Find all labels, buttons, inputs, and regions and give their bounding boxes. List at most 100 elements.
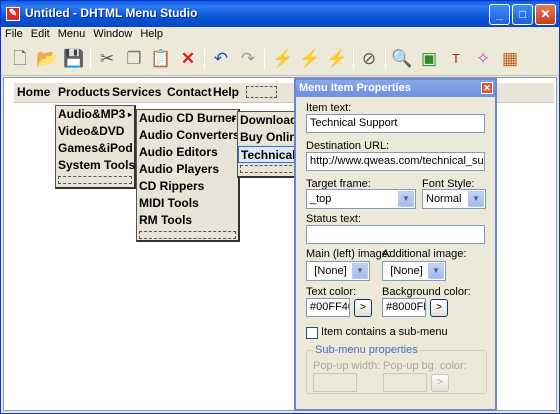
close-button[interactable]: ✕ xyxy=(535,4,556,25)
text-color-label: Text color: xyxy=(306,286,357,298)
additional-image-select[interactable]: [None] ▼ xyxy=(382,261,446,281)
status-text-field[interactable] xyxy=(306,225,485,244)
submenu-item[interactable]: Download xyxy=(238,112,299,129)
undo-icon[interactable]: ↶ xyxy=(210,48,232,70)
panel-title: Menu Item Properties xyxy=(299,82,411,94)
font-style-value: Normal xyxy=(426,193,462,205)
submenu-item[interactable]: System Tools xyxy=(56,157,135,174)
top-menu-services[interactable]: Services xyxy=(112,85,161,99)
cut-icon[interactable]: ✂ xyxy=(96,48,118,70)
bg-color-pick-button[interactable]: > xyxy=(430,299,448,317)
preview-icon[interactable]: ⚡ xyxy=(272,48,294,70)
toolbar-separator xyxy=(204,49,205,69)
main-image-select[interactable]: [None] ▼ xyxy=(306,261,370,281)
popup-width-field xyxy=(313,373,357,392)
app-icon[interactable]: ✎ xyxy=(6,7,20,21)
stop-icon[interactable]: ⊘ xyxy=(358,48,380,70)
close-icon[interactable]: ✕ xyxy=(481,82,493,94)
title-bar[interactable]: ✎ Untitled - DHTML Menu Studio _ □ ✕ xyxy=(1,1,559,27)
url-label: Destination URL: xyxy=(306,140,390,152)
submenu-item[interactable]: CD Rippers xyxy=(137,178,238,195)
toolbar-separator xyxy=(90,49,91,69)
new-document-icon[interactable]: 🗋 xyxy=(9,48,31,70)
submenu-properties-group: Sub-menu properties Pop-up width: Pop-up… xyxy=(306,344,487,394)
submenu-item[interactable]: RM Tools xyxy=(137,212,238,229)
new-item-placeholder[interactable] xyxy=(58,176,132,184)
toolbar-separator xyxy=(385,49,386,69)
font-style-select[interactable]: Normal ▼ xyxy=(422,189,486,209)
main-image-value: [None] xyxy=(314,265,347,277)
text-icon[interactable]: T xyxy=(445,48,467,70)
popup-bg-color-label: Pop-up bg. color: xyxy=(383,360,467,372)
maximize-button[interactable]: □ xyxy=(512,4,533,25)
main-image-label: Main (left) image: xyxy=(306,248,391,260)
url-field[interactable]: http://www.qweas.com/technical_support xyxy=(306,152,485,171)
minimize-button[interactable]: _ xyxy=(489,4,510,25)
menu-window[interactable]: Window xyxy=(89,27,136,42)
item-text-label: Item text: xyxy=(306,102,352,114)
copy-icon[interactable]: ❐ xyxy=(123,48,145,70)
submenu-item[interactable]: Audio Editors xyxy=(137,144,238,161)
submenu-item[interactable]: Audio CD Burners ▸ xyxy=(137,110,243,127)
menu-bar: File Edit Menu Window Help xyxy=(1,27,559,42)
preview-frame-icon[interactable]: ⚡ xyxy=(299,48,321,70)
target-frame-value: _top xyxy=(310,193,332,205)
chevron-right-icon: ▸ xyxy=(127,110,132,119)
submenu-item[interactable]: Audio&MP3 ▸ xyxy=(56,106,134,123)
popup-width-label: Pop-up width: xyxy=(313,360,381,372)
text-color-pick-button[interactable]: > xyxy=(354,299,372,317)
save-icon[interactable]: 💾 xyxy=(63,48,85,70)
submenu-item[interactable]: Audio Players xyxy=(137,161,238,178)
new-item-placeholder[interactable] xyxy=(240,165,297,173)
text-color-field[interactable]: #00FF40 xyxy=(306,298,350,317)
toolbar: 🗋 📂 💾 ✂ ❐ 📋 ✕ ↶ ↷ ⚡ ⚡ ⚡ ⊘ 🔍 ▣ T ✧ ▦ xyxy=(1,42,559,76)
top-menu-products[interactable]: Products xyxy=(58,85,110,99)
chevron-down-icon[interactable]: ▼ xyxy=(428,263,444,279)
menu-menu[interactable]: Menu xyxy=(54,27,90,42)
top-menu-home[interactable]: Home xyxy=(17,85,50,99)
menu-file[interactable]: File xyxy=(1,27,27,42)
open-folder-icon[interactable]: 📂 xyxy=(36,48,58,70)
delete-icon[interactable]: ✕ xyxy=(177,48,199,70)
window-title: Untitled - DHTML Menu Studio xyxy=(25,6,198,20)
submenu-item[interactable]: MIDI Tools xyxy=(137,195,238,212)
find-icon[interactable]: 🔍 xyxy=(391,48,413,70)
menu-help[interactable]: Help xyxy=(136,27,167,42)
submenu-item-selected[interactable]: Technical Support xyxy=(238,146,299,163)
additional-image-value: [None] xyxy=(390,265,423,277)
submenu-item[interactable]: Audio Converters xyxy=(137,127,240,144)
image-icon[interactable]: ▦ xyxy=(499,48,521,70)
bg-color-field[interactable]: #8000FF xyxy=(382,298,426,317)
paste-icon[interactable]: 📋 xyxy=(150,48,172,70)
menu-item-properties-panel: Menu Item Properties ✕ Item text: Techni… xyxy=(294,78,497,411)
chevron-down-icon[interactable]: ▼ xyxy=(398,191,414,207)
new-item-placeholder[interactable] xyxy=(246,86,277,98)
audio-submenu: Audio CD Burners ▸ Audio Converters Audio… xyxy=(136,109,243,242)
wizard-icon[interactable]: ✧ xyxy=(472,48,494,70)
panel-title-bar[interactable]: Menu Item Properties ✕ xyxy=(296,80,495,97)
submenu-item-label: Audio&MP3 xyxy=(58,107,126,121)
submenu-item[interactable]: Video&DVD xyxy=(56,123,134,140)
submenu-checkbox[interactable] xyxy=(306,327,318,339)
popup-bg-pick-button: > xyxy=(431,374,449,392)
chevron-down-icon[interactable]: ▼ xyxy=(352,263,368,279)
top-menu-contact[interactable]: Contact xyxy=(167,85,212,99)
export-icon[interactable]: ▣ xyxy=(418,48,440,70)
toolbar-separator xyxy=(353,49,354,69)
menu-edit[interactable]: Edit xyxy=(27,27,54,42)
bg-color-label: Background color: xyxy=(382,286,471,298)
submenu-item[interactable]: Buy Online xyxy=(238,129,299,146)
top-menu-help[interactable]: Help xyxy=(213,85,239,99)
products-submenu: Audio&MP3 ▸ Video&DVD Games&iPod System T… xyxy=(55,105,136,189)
preview-page-icon[interactable]: ⚡ xyxy=(326,48,348,70)
chevron-down-icon[interactable]: ▼ xyxy=(468,191,484,207)
new-item-placeholder[interactable] xyxy=(139,231,236,239)
target-frame-select[interactable]: _top ▼ xyxy=(306,189,416,209)
submenu-properties-legend: Sub-menu properties xyxy=(313,344,420,356)
submenu-item[interactable]: Games&iPod xyxy=(56,140,134,157)
additional-image-label: Additional image: xyxy=(382,248,467,260)
status-text-label: Status text: xyxy=(306,213,362,225)
chevron-right-icon: ▸ xyxy=(231,114,236,123)
item-text-field[interactable]: Technical Support xyxy=(306,114,485,133)
redo-icon[interactable]: ↷ xyxy=(237,48,259,70)
